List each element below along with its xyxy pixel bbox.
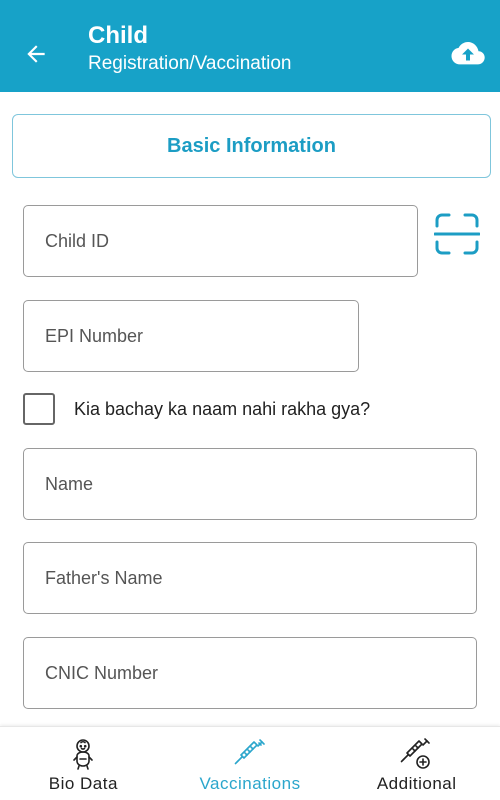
scan-button[interactable] bbox=[433, 212, 481, 256]
app-header: Child Registration/Vaccination bbox=[0, 0, 500, 92]
syringe-plus-icon bbox=[400, 738, 430, 769]
nav-label-additional: Additional bbox=[376, 774, 457, 793]
no-name-checkbox[interactable] bbox=[23, 393, 55, 425]
back-button[interactable] bbox=[18, 36, 54, 72]
header-titles: Child Registration/Vaccination bbox=[88, 22, 291, 77]
no-name-checkbox-row[interactable]: Kia bachay ka naam nahi rakha gya? bbox=[23, 393, 370, 425]
upload-button[interactable] bbox=[450, 38, 486, 70]
section-title: Basic Information bbox=[167, 134, 336, 157]
bottom-navigation: Bio Data Vaccinations Additional bbox=[0, 726, 500, 800]
arrow-left-icon bbox=[27, 45, 45, 63]
epi-number-field[interactable] bbox=[23, 300, 359, 372]
child-id-field[interactable] bbox=[23, 205, 418, 277]
nav-item-vaccinations[interactable]: Vaccinations bbox=[167, 727, 334, 800]
basic-information-header[interactable]: Basic Information bbox=[12, 114, 491, 178]
qr-scan-icon bbox=[433, 213, 481, 255]
syringe-icon bbox=[234, 739, 265, 765]
nav-item-bio-data[interactable]: Bio Data bbox=[0, 727, 167, 800]
baby-icon bbox=[73, 739, 94, 770]
name-input[interactable] bbox=[24, 449, 476, 519]
cnic-number-field[interactable] bbox=[23, 637, 477, 709]
nav-label-bio-data: Bio Data bbox=[48, 774, 118, 793]
page-title: Child bbox=[88, 22, 148, 49]
app-screen: Child Registration/Vaccination Basic Inf… bbox=[0, 0, 500, 800]
child-id-input[interactable] bbox=[24, 206, 417, 276]
page-subtitle: Registration/Vaccination bbox=[88, 53, 292, 74]
name-field[interactable] bbox=[23, 448, 477, 520]
father-name-field[interactable] bbox=[23, 542, 477, 614]
epi-number-input[interactable] bbox=[24, 301, 358, 371]
nav-label-vaccinations: Vaccinations bbox=[199, 774, 301, 793]
nav-item-additional[interactable]: Additional bbox=[333, 727, 500, 800]
father-name-input[interactable] bbox=[24, 543, 476, 613]
cloud-upload-icon bbox=[451, 42, 485, 65]
cnic-number-input[interactable] bbox=[24, 638, 476, 708]
no-name-checkbox-label: Kia bachay ka naam nahi rakha gya? bbox=[74, 398, 371, 419]
